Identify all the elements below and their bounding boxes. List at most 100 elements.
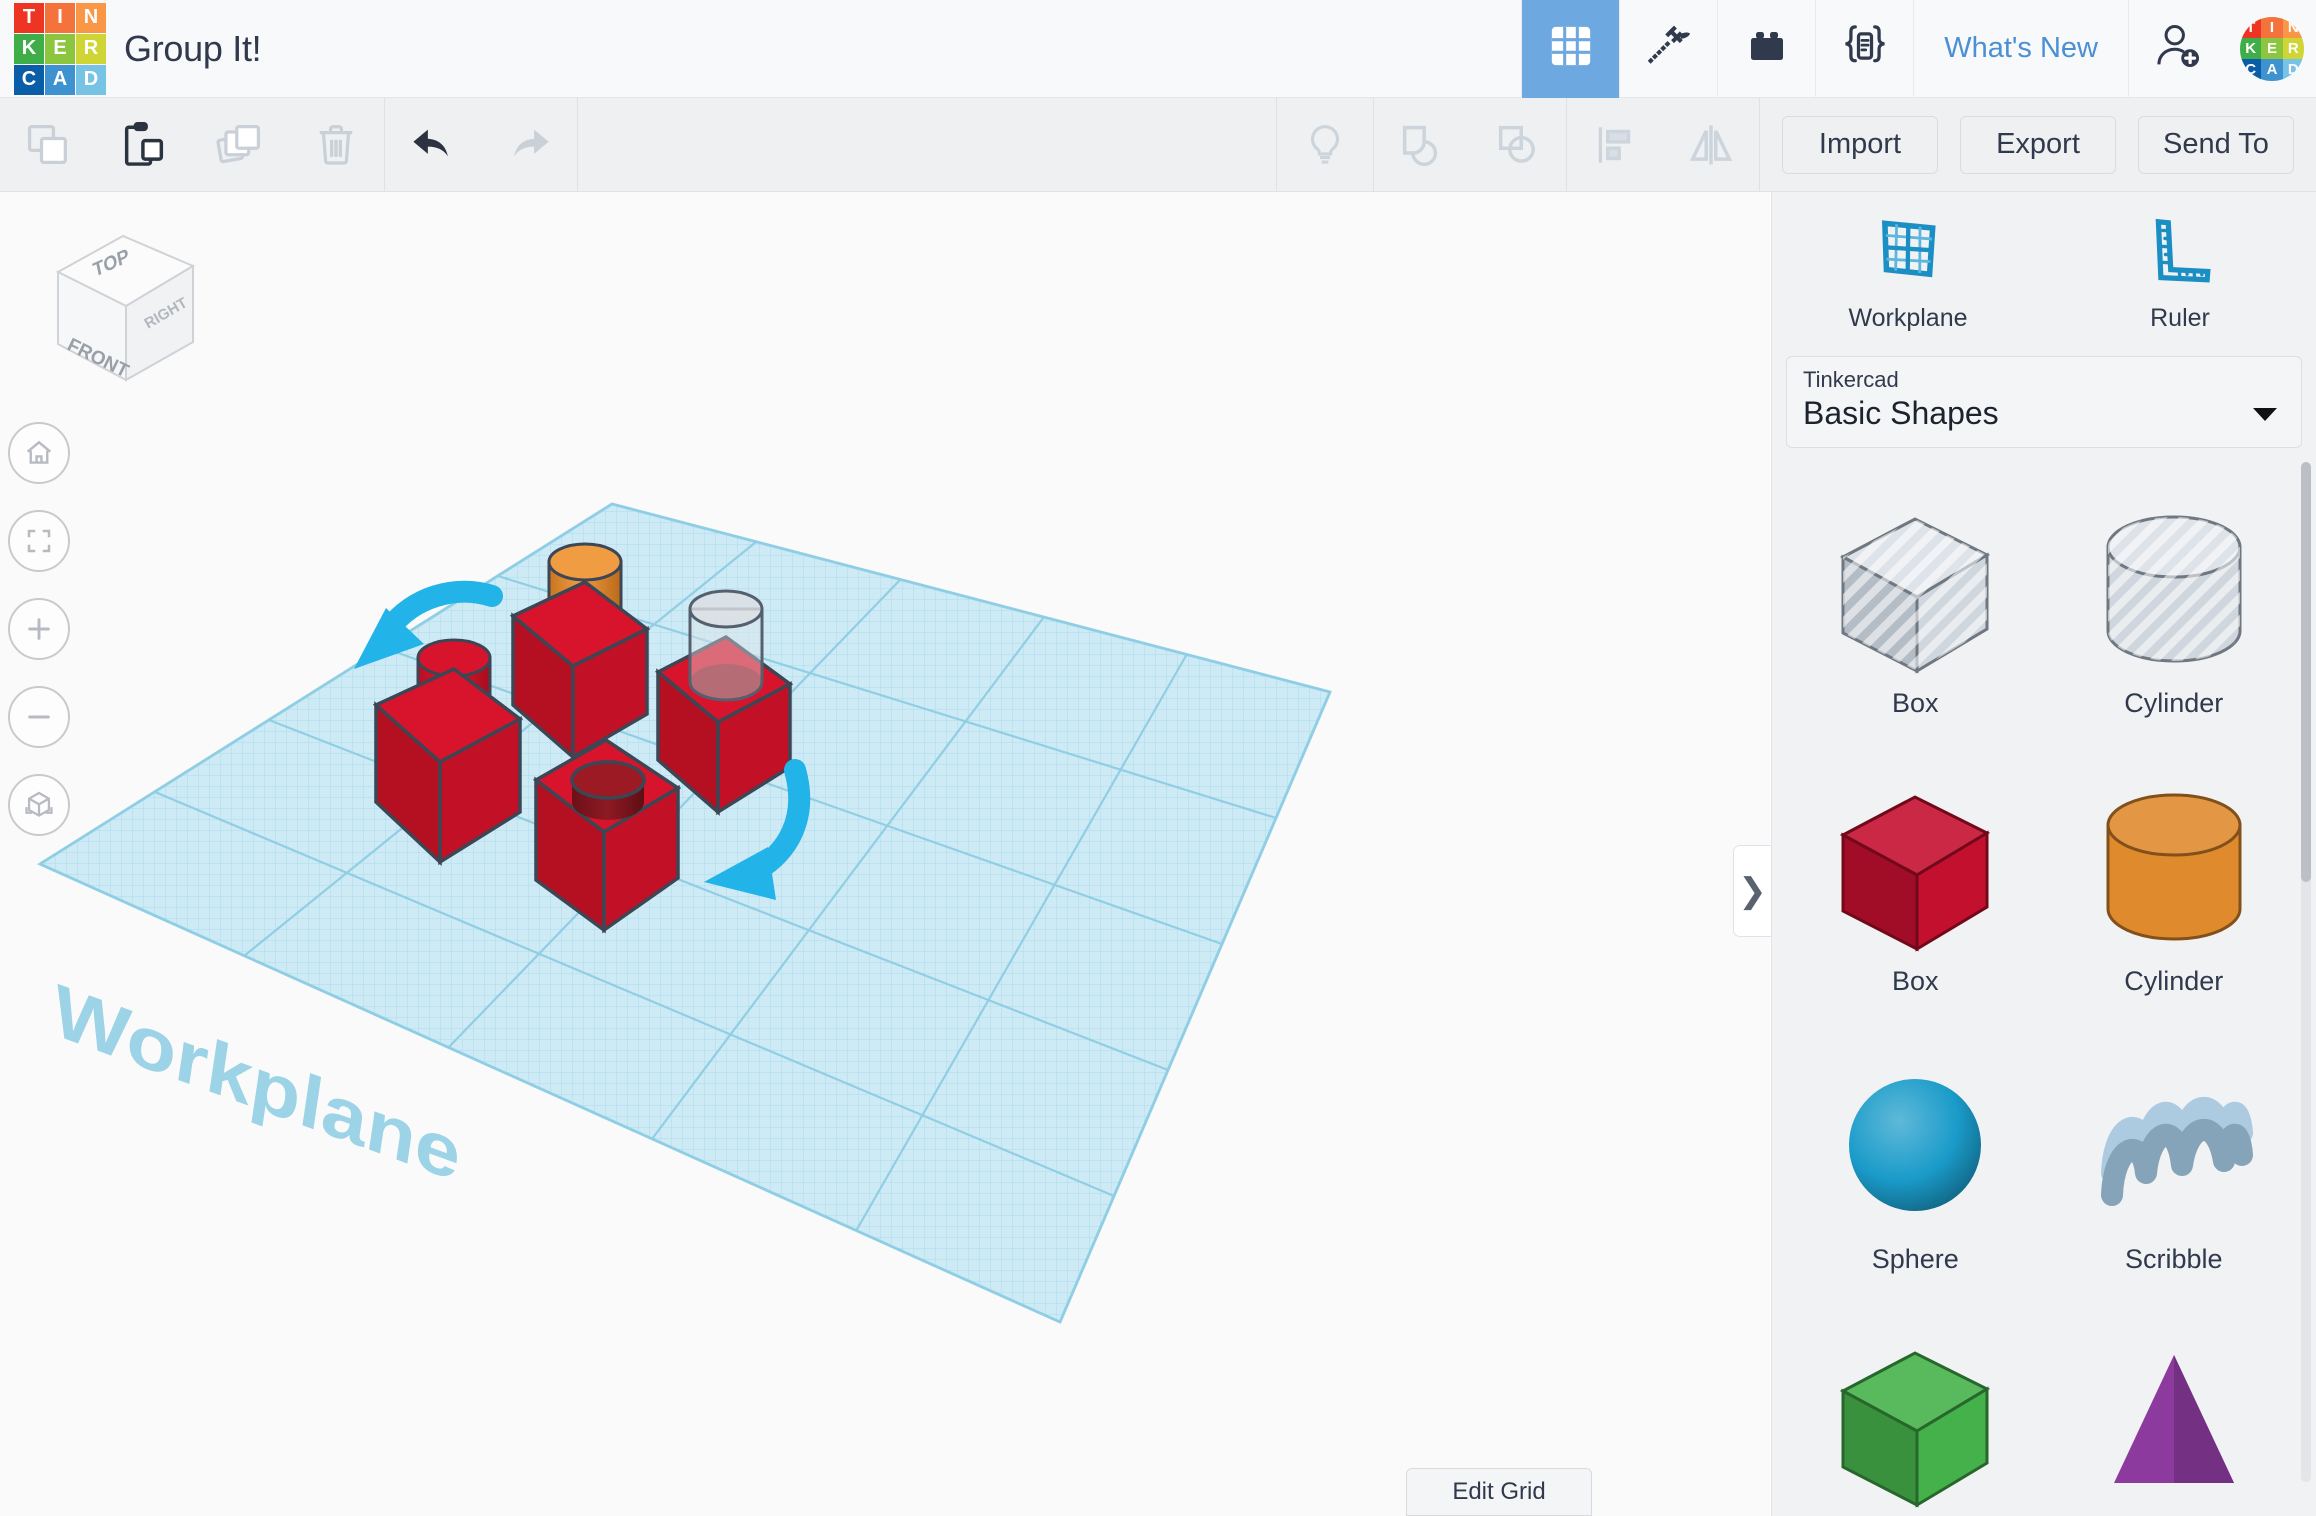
paste-button[interactable] xyxy=(96,98,192,192)
ungroup-button[interactable] xyxy=(1470,98,1566,192)
logo-cell-r: R xyxy=(76,33,106,64)
codeblocks-icon xyxy=(1839,20,1891,77)
logo-cell-r: R xyxy=(2282,37,2304,60)
ruler-tool-label: Ruler xyxy=(2150,304,2210,332)
view-cube[interactable]: TOP FRONT RIGHT xyxy=(28,214,218,389)
ruler-tool[interactable]: Ruler xyxy=(2044,192,2316,352)
logo-cell-c: C xyxy=(14,64,44,95)
panel-scrollbar-thumb[interactable] xyxy=(2301,462,2311,882)
add-user-button[interactable] xyxy=(2128,0,2226,98)
logo-cell-k: K xyxy=(2240,37,2262,60)
nav-codeblocks-button[interactable] xyxy=(1815,0,1913,98)
whats-new-link[interactable]: What's New xyxy=(1913,0,2128,98)
shape-cylinder-solid-label: Cylinder xyxy=(2124,966,2224,996)
logo-cell-i: I xyxy=(2261,16,2283,38)
group-button[interactable] xyxy=(1374,98,1470,192)
grid-3d-designs-icon xyxy=(1548,23,1594,74)
align-button[interactable] xyxy=(1567,98,1663,192)
tinkercad-logo: TIN KER CAD xyxy=(14,2,106,95)
shape-cylinder-solid[interactable]: Cylinder xyxy=(2045,750,2304,1028)
logo-cell-n: N xyxy=(2282,16,2304,38)
shape-box-hole-label: Box xyxy=(1891,688,1939,718)
logo-cell-t: T xyxy=(14,2,44,33)
3d-workspace-canvas[interactable]: Workplane TOP FRONT RIGHT Edit Grid xyxy=(0,192,1770,1516)
shape-cylinder-hole-label: Cylinder xyxy=(2124,688,2224,718)
app-header: TINKERCAD Group It! What's New T I N K E… xyxy=(0,0,2316,98)
library-category-label: Tinkercad xyxy=(1803,367,1899,392)
zoom-out-button[interactable] xyxy=(8,686,70,748)
avatar[interactable]: TINKERCAD xyxy=(2240,16,2304,81)
nav-bricks-button[interactable] xyxy=(1717,0,1815,98)
logo-cell-e: E xyxy=(45,33,75,64)
logo-cell-a: A xyxy=(2261,59,2283,81)
clipboard-tools xyxy=(0,98,384,192)
shape-roof-green[interactable] xyxy=(1786,1306,2045,1516)
chevron-down-icon xyxy=(2251,405,2279,428)
send-to-button[interactable]: Send To xyxy=(2138,115,2294,174)
shape-sphere[interactable]: Sphere xyxy=(1786,1028,2045,1306)
shape-sphere-label: Sphere xyxy=(1871,1244,1959,1274)
modify-tools xyxy=(1277,97,1759,192)
logo-cell-i: I xyxy=(45,2,75,33)
logo-cell-d: D xyxy=(2282,59,2304,81)
ortho-perspective-toggle-button[interactable] xyxy=(8,774,70,836)
history-tools xyxy=(385,98,577,192)
shape-library-select[interactable]: Tinkercad Basic Shapes xyxy=(1786,356,2302,448)
logo-cell-e: E xyxy=(2261,37,2283,60)
workplane-grid-icon xyxy=(1871,211,1945,290)
shape-cylinder-hole-thumbnail xyxy=(2079,494,2269,684)
shape-cone-purple-thumbnail xyxy=(2079,1328,2269,1516)
shape-scribble-thumbnail xyxy=(2079,1050,2269,1240)
shape-box-solid[interactable]: Box xyxy=(1786,750,2045,1028)
edit-toolbar: Import Export Send To xyxy=(0,97,2316,192)
workplane-scene[interactable]: Workplane xyxy=(0,192,1770,1516)
zoom-in-button[interactable] xyxy=(8,598,70,660)
toolbar-divider-2 xyxy=(577,97,578,192)
header-nav: What's New TINKERCAD xyxy=(1521,0,2316,98)
panel-collapse-button[interactable]: ❯ xyxy=(1733,845,1771,937)
shape-box-hole-thumbnail xyxy=(1820,494,2010,684)
ruler-icon xyxy=(2143,211,2217,290)
fit-to-view-button[interactable] xyxy=(8,510,70,572)
shape-cone-purple[interactable] xyxy=(2045,1306,2304,1516)
panel-tools: Workplane Ruler xyxy=(1772,192,2316,352)
shape-cylinder-hole[interactable]: Cylinder xyxy=(2045,472,2304,750)
logo-cell-n: N xyxy=(76,2,106,33)
shape-cylinder-solid-thumbnail xyxy=(2079,772,2269,962)
shape-roof-green-thumbnail xyxy=(1820,1328,2010,1516)
import-button[interactable]: Import xyxy=(1782,115,1938,174)
undo-button[interactable] xyxy=(385,98,481,192)
logo-cell-a: A xyxy=(45,64,75,95)
nav-3d-designs-button[interactable] xyxy=(1521,0,1620,98)
tinkercad-logo-link[interactable]: TIN KER CAD Group It! xyxy=(0,2,262,95)
nav-minecraft-button[interactable] xyxy=(1619,0,1717,98)
shape-box-solid-thumbnail xyxy=(1820,772,2010,962)
library-value-label: Basic Shapes xyxy=(1803,395,1999,431)
mirror-button[interactable] xyxy=(1663,98,1759,192)
redo-button[interactable] xyxy=(481,98,577,192)
shape-sphere-thumbnail xyxy=(1820,1050,2010,1240)
lego-brick-icon xyxy=(1743,22,1791,75)
shape-scribble[interactable]: Scribble xyxy=(2045,1028,2304,1306)
workplane-tool-label: Workplane xyxy=(1848,304,1968,332)
panel-scrollbar[interactable] xyxy=(2301,462,2311,1482)
duplicate-button[interactable] xyxy=(192,98,288,192)
add-user-icon xyxy=(2152,20,2204,77)
home-view-button[interactable] xyxy=(8,422,70,484)
shapes-panel: Workplane Ruler Tinkercad Basic Shapes B… xyxy=(1771,192,2316,1516)
shape-library-list[interactable]: Box Cylinder Box Cylinder Sphere Scribbl xyxy=(1772,454,2316,1516)
workplane-grid xyxy=(36,502,1333,1324)
io-tools: Import Export Send To xyxy=(1760,98,2316,192)
export-button[interactable]: Export xyxy=(1960,115,2116,174)
view-navigation-buttons xyxy=(8,422,70,862)
logo-cell-t: T xyxy=(2240,16,2262,38)
logo-cell-c: C xyxy=(2240,59,2262,81)
workplane-tool[interactable]: Workplane xyxy=(1772,192,2044,352)
edit-grid-button[interactable]: Edit Grid xyxy=(1406,1468,1592,1516)
shape-box-solid-label: Box xyxy=(1891,966,1939,996)
shape-scribble-label: Scribble xyxy=(2124,1244,2223,1274)
copy-button[interactable] xyxy=(0,98,96,192)
shape-box-hole[interactable]: Box xyxy=(1786,472,2045,750)
hint-button[interactable] xyxy=(1277,98,1373,192)
delete-button[interactable] xyxy=(288,98,384,192)
